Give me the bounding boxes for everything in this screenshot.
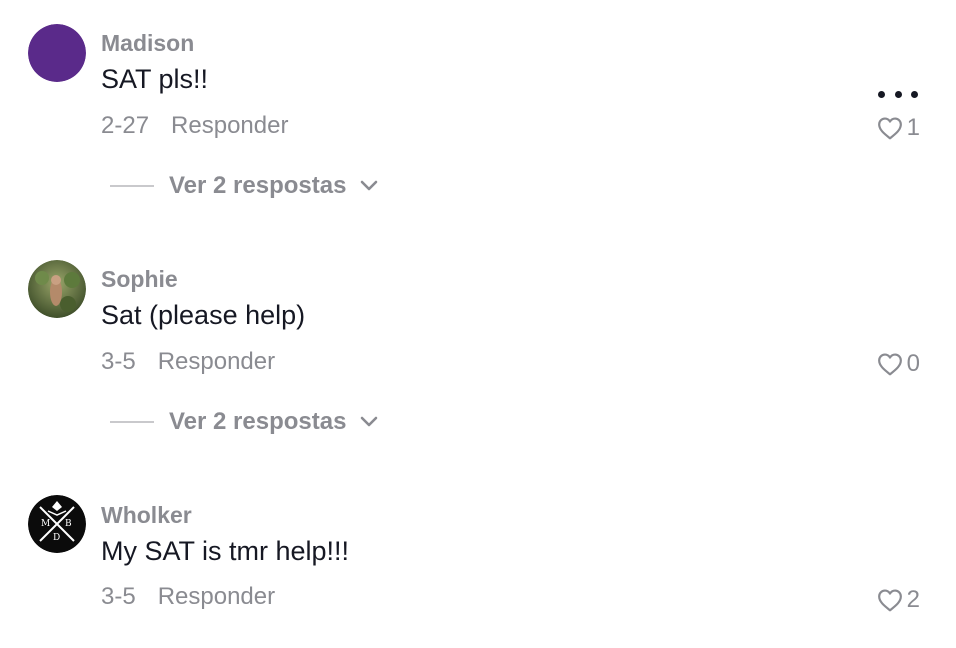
- replies-divider: [110, 421, 154, 423]
- replies-divider: [110, 185, 154, 187]
- more-options-icon: [911, 90, 918, 98]
- chevron-down-icon: [361, 416, 378, 427]
- more-options-icon: [894, 90, 902, 98]
- svg-text:D: D: [53, 533, 60, 543]
- comment-text: Sat (please help): [101, 300, 306, 330]
- comment-meta: 3-5 Responder: [101, 348, 275, 376]
- heart-outline-icon: [877, 589, 902, 612]
- svg-text:B: B: [65, 519, 72, 529]
- view-replies-label: Ver 2 respostas: [169, 408, 347, 435]
- like-count: 0: [906, 350, 920, 377]
- view-replies-button[interactable]: Ver 2 respostas: [110, 408, 378, 436]
- reply-button[interactable]: Responder: [158, 348, 275, 376]
- reply-button[interactable]: Responder: [158, 583, 275, 611]
- view-replies-label: Ver 2 respostas: [169, 172, 347, 199]
- comment-meta: 2-27 Responder: [101, 112, 288, 140]
- comment-text: My SAT is tmr help!!!: [101, 536, 350, 566]
- like-button[interactable]: 2: [877, 586, 920, 614]
- heart-outline-icon: [877, 117, 902, 140]
- comment-text: SAT pls!!: [101, 64, 209, 94]
- svg-text:M: M: [41, 519, 50, 529]
- avatar[interactable]: [28, 260, 86, 318]
- heart-outline-icon: [877, 353, 902, 376]
- reply-button[interactable]: Responder: [171, 112, 288, 140]
- like-count: 1: [906, 114, 920, 141]
- chevron-down-icon: [361, 180, 378, 191]
- like-button[interactable]: 1: [877, 114, 920, 142]
- like-button[interactable]: 0: [877, 350, 920, 378]
- comment-username[interactable]: Madison: [101, 30, 194, 57]
- avatar[interactable]: M B D: [28, 495, 86, 553]
- comment-username[interactable]: Sophie: [101, 266, 178, 293]
- view-replies-button[interactable]: Ver 2 respostas: [110, 172, 378, 200]
- comment-date: 2-27: [101, 112, 150, 139]
- comment-date: 3-5: [101, 348, 136, 375]
- comment-date: 3-5: [101, 583, 136, 610]
- comment-username[interactable]: Wholker: [101, 502, 192, 529]
- comment-meta: 3-5 Responder: [101, 583, 275, 611]
- more-options-button[interactable]: [878, 84, 918, 104]
- like-count: 2: [906, 586, 920, 613]
- avatar[interactable]: [28, 24, 86, 82]
- more-options-icon: [878, 90, 885, 98]
